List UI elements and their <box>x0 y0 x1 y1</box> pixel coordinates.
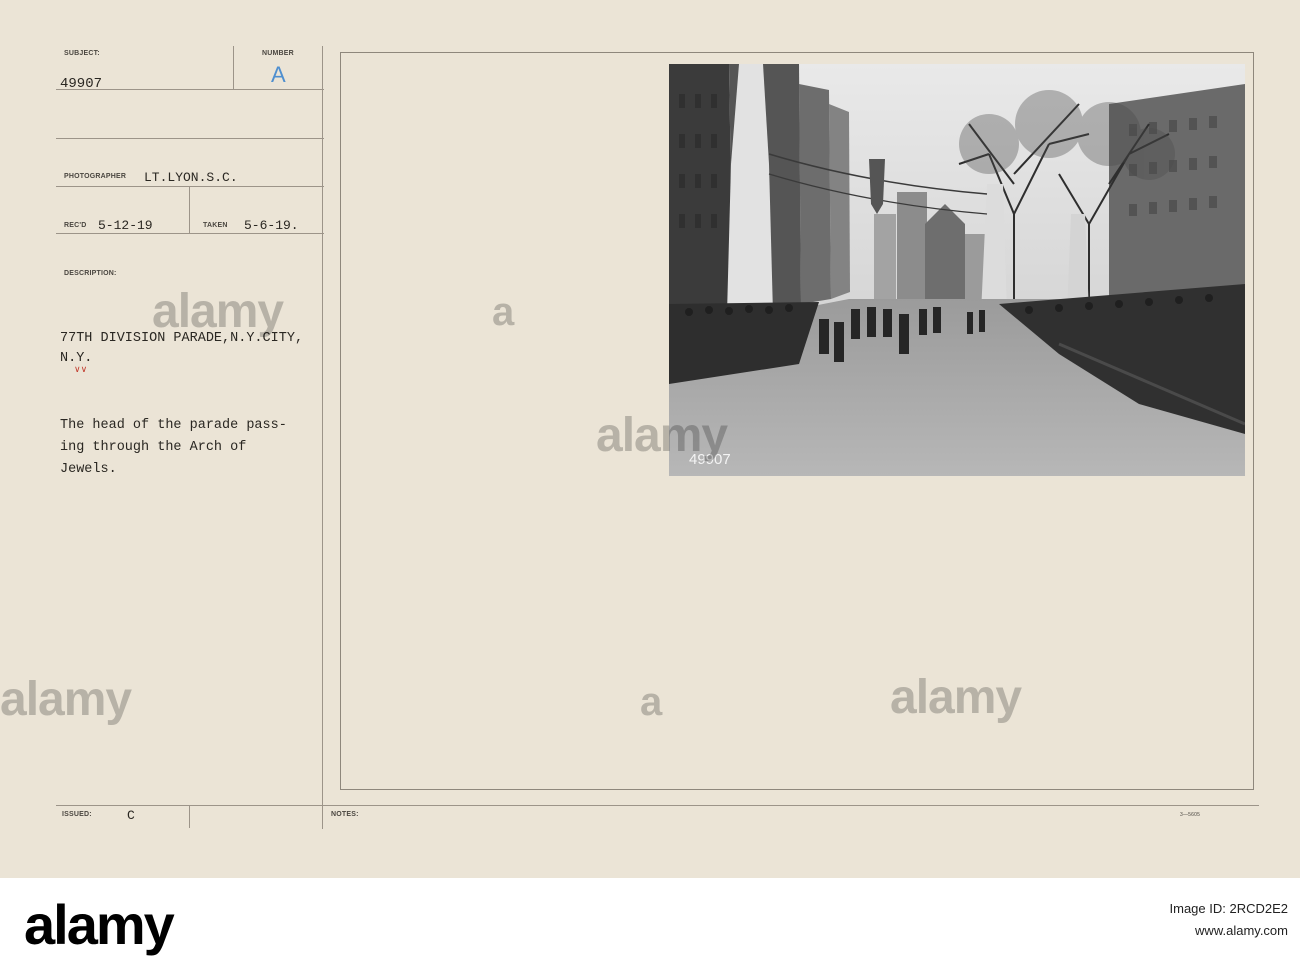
watermark-center: alamy <box>596 409 728 462</box>
watermark-mark-1: a <box>492 290 514 334</box>
recd-value: 5-12-19 <box>98 218 153 233</box>
number-value: A <box>271 62 286 87</box>
rule-photographer <box>56 186 324 187</box>
subject-value: 49907 <box>60 76 103 92</box>
stock-footer: alamy Image ID: 2RCD2E2 www.alamy.com <box>0 878 1300 969</box>
description-line-1: The head of the parade pass- <box>60 418 287 433</box>
alamy-logo: alamy <box>24 893 175 956</box>
watermark-right-lower: alamy <box>890 671 1022 724</box>
form-code: 3—5605 <box>1180 812 1201 818</box>
description-line-3: Jewels. <box>60 462 117 477</box>
subject-label: SUBJECT: <box>64 50 100 57</box>
rule-header <box>56 138 324 139</box>
taken-value: 5-6-19. <box>244 218 299 233</box>
image-credits: Image ID: 2RCD2E2 www.alamy.com <box>1170 898 1289 942</box>
watermark-left-upper: alamy <box>152 285 284 338</box>
parade-street-photo-icon: 49907 <box>669 64 1245 476</box>
rule-column <box>322 46 323 829</box>
taken-label: TAKEN <box>203 222 228 229</box>
photographer-value: LT.LYON.S.C. <box>144 170 238 185</box>
issued-value: C <box>127 808 135 823</box>
site-url: www.alamy.com <box>1195 923 1288 938</box>
description-label: DESCRIPTION: <box>64 270 117 277</box>
photographer-label: PHOTOGRAPHER <box>64 173 127 180</box>
rule-issued-divider <box>189 806 190 828</box>
watermark-left-lower: alamy <box>0 673 132 726</box>
rule-subject-divider <box>233 46 234 90</box>
stamp-red-mark: ∨∨ <box>74 364 88 374</box>
rule-recd-divider <box>189 187 190 233</box>
number-label: NUMBER <box>262 50 294 57</box>
rule-recd <box>56 233 324 234</box>
parade-photo: 49907 <box>669 64 1245 476</box>
recd-label: REC'D <box>64 222 87 229</box>
issued-label: ISSUED: <box>62 811 92 818</box>
rule-footer <box>56 805 1259 806</box>
description-line-2: ing through the Arch of <box>60 440 247 455</box>
image-id: Image ID: 2RCD2E2 <box>1169 901 1289 916</box>
watermark-mark-2: a <box>640 680 662 724</box>
archive-card: SUBJECT: 49907 NUMBER A PHOTOGRAPHER LT.… <box>0 0 1300 878</box>
notes-label: NOTES: <box>331 811 359 818</box>
